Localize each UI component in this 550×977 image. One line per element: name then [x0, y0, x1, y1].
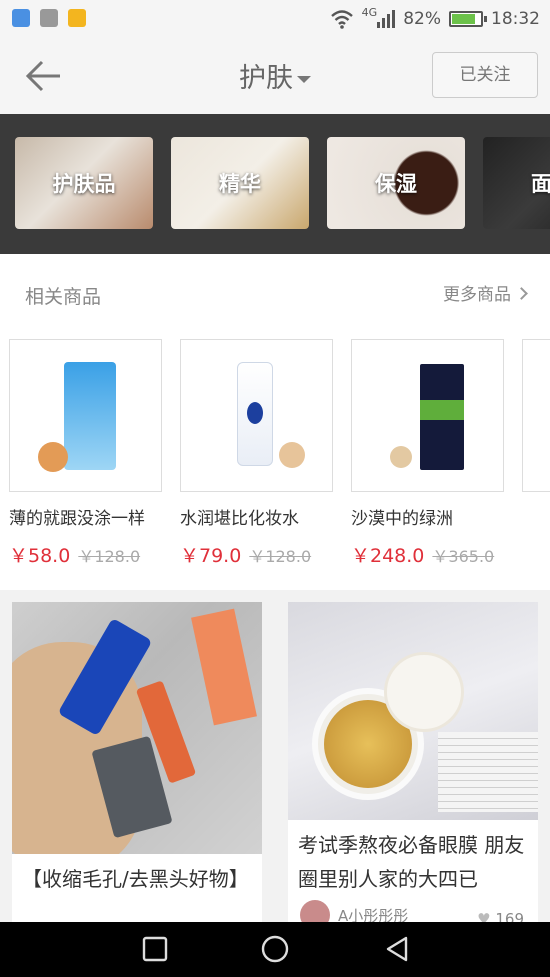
section-title: 相关商品	[25, 286, 102, 308]
product-name: 薄的就跟没涂一样	[9, 509, 145, 529]
qr-notification-icon	[40, 9, 58, 27]
feed-card-caption: 考试季熬夜必备眼膜 朋友圈里别人家的大四已	[298, 833, 525, 891]
chevron-right-icon	[515, 287, 528, 300]
more-products-label: 更多商品	[443, 285, 511, 305]
home-icon[interactable]	[260, 934, 290, 964]
network-type: 4G	[361, 5, 378, 19]
back-icon[interactable]	[382, 934, 412, 964]
feed-card-image	[12, 602, 262, 854]
category-tile-moisturize[interactable]: 保湿	[327, 137, 465, 229]
category-label: 面	[531, 172, 550, 196]
product-original-price: ￥128.0	[249, 547, 312, 566]
category-tile-essence[interactable]: 精华	[171, 137, 309, 229]
category-strip: 护肤品 精华 保湿 面	[0, 114, 550, 254]
follow-button[interactable]: 已关注	[432, 52, 538, 98]
signal-icon	[377, 10, 396, 28]
product-original-price: ￥365.0	[432, 547, 495, 566]
product-name: 水润堪比化妆水	[180, 509, 299, 529]
page-title-text: 护肤	[239, 63, 293, 94]
product-price: ￥58.0	[9, 545, 71, 567]
feed-card[interactable]: 【收缩毛孔/去黑头好物】	[12, 602, 262, 932]
product-card[interactable]: 水润堪比化妆水 ￥79.0 ￥128.0	[180, 339, 333, 568]
feed-card-image	[288, 602, 538, 820]
product-image	[180, 339, 333, 492]
category-label: 保湿	[375, 172, 417, 196]
product-name: 沙漠中的绿洲	[351, 509, 453, 529]
system-nav-bar	[0, 922, 550, 977]
top-header: 护肤 已关注	[0, 38, 550, 114]
product-card[interactable]: 沙漠中的绿洲 ￥248.0 ￥365.0	[351, 339, 504, 568]
recent-apps-icon[interactable]	[140, 934, 170, 964]
product-price: ￥79.0	[180, 545, 242, 567]
battery-icon	[449, 11, 487, 27]
wifi-icon	[330, 10, 353, 29]
more-products-link[interactable]: 更多商品	[443, 280, 528, 305]
notification-app-icon	[12, 9, 30, 27]
product-card-partial[interactable]	[522, 339, 550, 492]
chevron-down-icon	[297, 76, 311, 83]
product-image	[351, 339, 504, 492]
product-price: ￥248.0	[351, 545, 425, 567]
product-original-price: ￥128.0	[78, 547, 141, 566]
battery-percent: 82%	[403, 9, 441, 29]
status-bar: 4G 82% 18:32	[0, 0, 550, 38]
feed-card[interactable]: 考试季熬夜必备眼膜 朋友圈里别人家的大四已 A小彤彤彤 ♥ 169	[288, 602, 538, 932]
product-image	[9, 339, 162, 492]
product-card[interactable]: 薄的就跟没涂一样 ￥58.0 ￥128.0	[9, 339, 162, 568]
category-label: 护肤品	[52, 172, 116, 196]
app-notification-icon	[68, 9, 86, 27]
category-tile-skincare[interactable]: 护肤品	[15, 137, 153, 229]
category-tile-mask[interactable]: 面	[483, 137, 550, 229]
feed-card-caption: 【收缩毛孔/去黑头好物】	[22, 867, 249, 891]
category-label: 精华	[219, 172, 261, 196]
clock: 18:32	[491, 9, 540, 29]
related-products-section: 相关商品 更多商品 薄的就跟没涂一样 ￥58.0 ￥128.0 水润堪比化妆水 ￥…	[0, 254, 550, 590]
